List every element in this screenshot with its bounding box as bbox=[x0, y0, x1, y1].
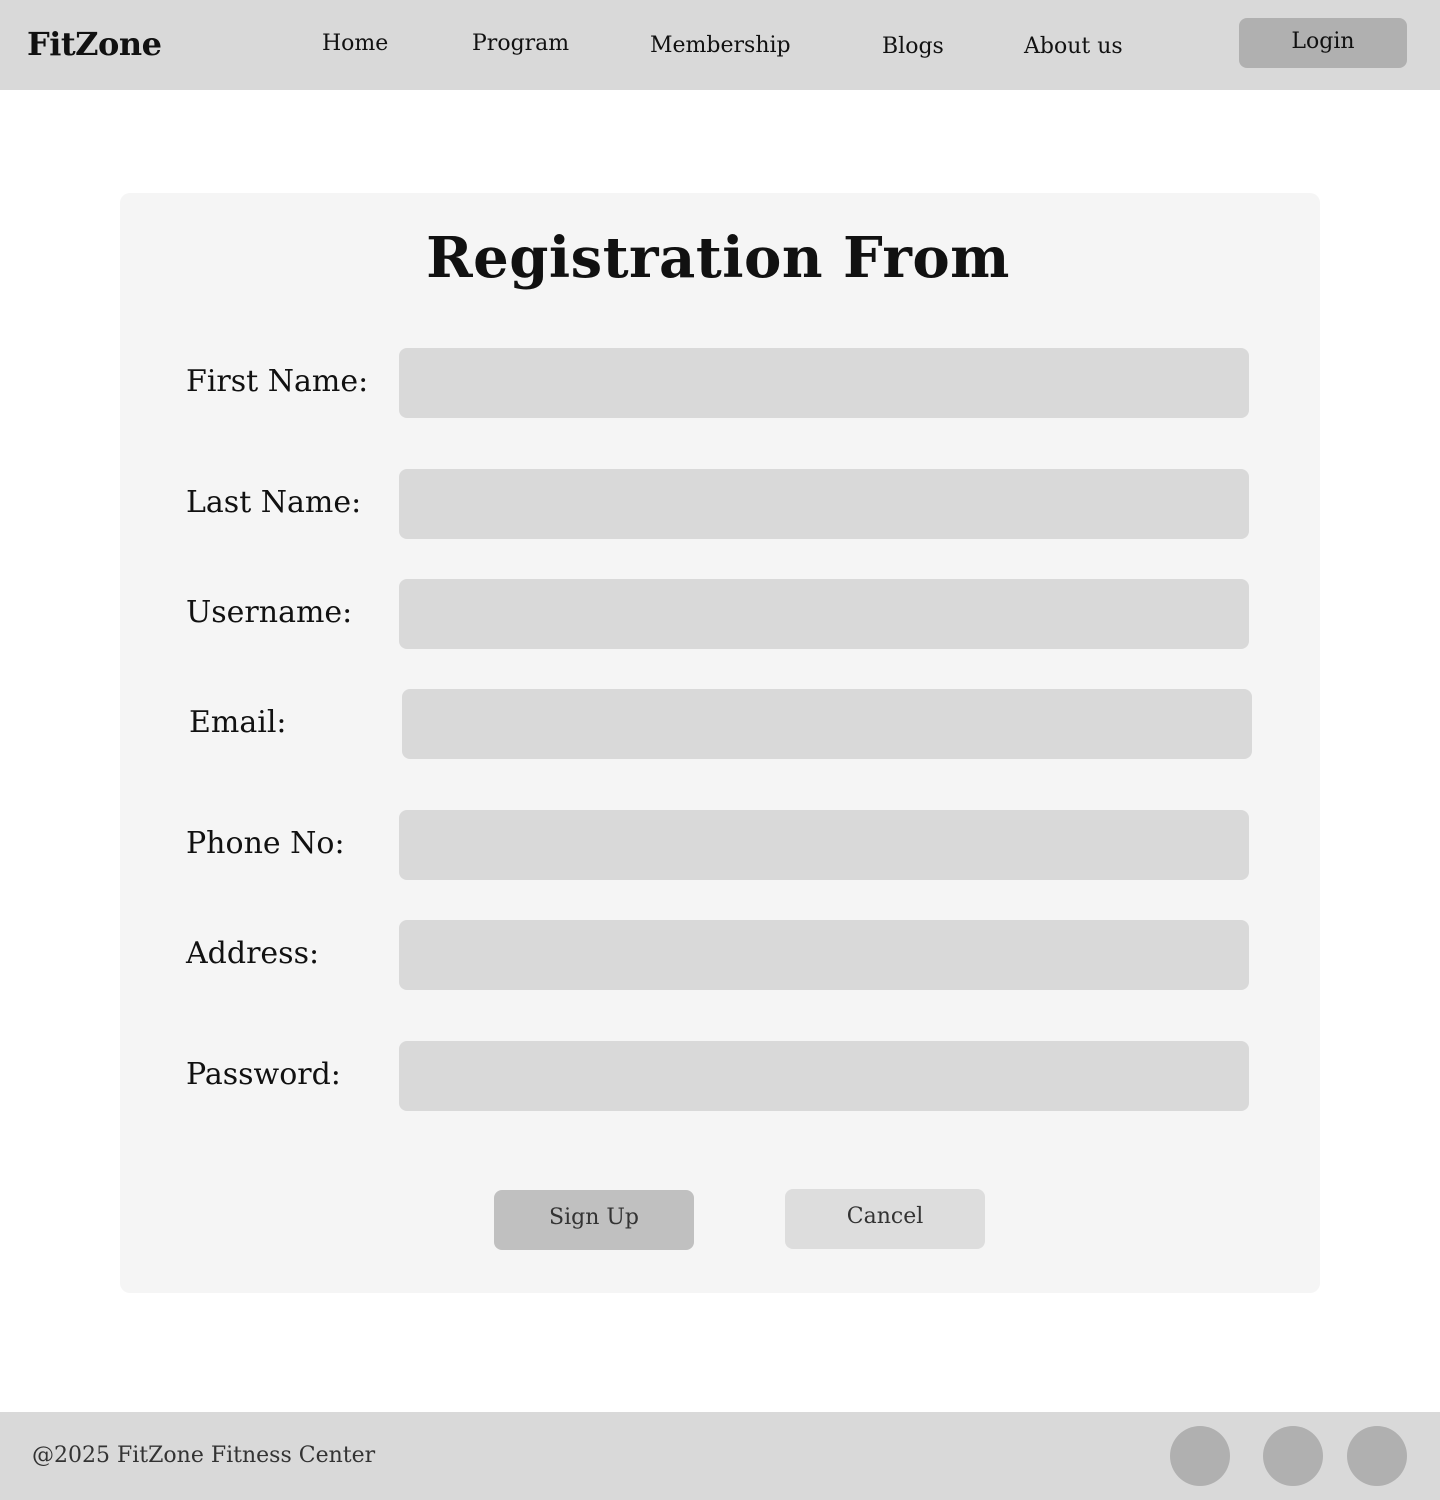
sign-up-button[interactable]: Sign Up bbox=[494, 1190, 694, 1250]
email-label: Email: bbox=[189, 705, 287, 740]
form-title: Registration From bbox=[426, 225, 1010, 291]
username-label: Username: bbox=[186, 595, 353, 630]
last-name-input[interactable] bbox=[399, 469, 1249, 539]
address-input[interactable] bbox=[399, 920, 1249, 990]
social-icon-3[interactable] bbox=[1347, 1426, 1407, 1486]
social-icon-1[interactable] bbox=[1170, 1426, 1230, 1486]
username-input[interactable] bbox=[399, 579, 1249, 649]
nav-program-link[interactable]: Program bbox=[472, 29, 569, 59]
phone-label: Phone No: bbox=[186, 826, 345, 861]
cancel-button[interactable]: Cancel bbox=[785, 1189, 985, 1249]
nav-about-us-link[interactable]: About us bbox=[1024, 32, 1123, 62]
first-name-input[interactable] bbox=[399, 348, 1249, 418]
phone-input[interactable] bbox=[399, 810, 1249, 880]
password-input[interactable] bbox=[399, 1041, 1249, 1111]
nav-membership-link[interactable]: Membership bbox=[650, 31, 791, 61]
copyright-text: @2025 FitZone Fitness Center bbox=[32, 1443, 376, 1468]
address-label: Address: bbox=[186, 936, 320, 971]
email-input[interactable] bbox=[402, 689, 1252, 759]
first-name-label: First Name: bbox=[186, 364, 369, 399]
nav-blogs-link[interactable]: Blogs bbox=[882, 32, 944, 62]
brand-logo[interactable]: FitZone bbox=[27, 22, 162, 66]
password-label: Password: bbox=[186, 1057, 341, 1092]
last-name-label: Last Name: bbox=[186, 485, 362, 520]
nav-home-link[interactable]: Home bbox=[322, 29, 388, 59]
social-icon-2[interactable] bbox=[1263, 1426, 1323, 1486]
login-button[interactable]: Login bbox=[1239, 18, 1407, 68]
